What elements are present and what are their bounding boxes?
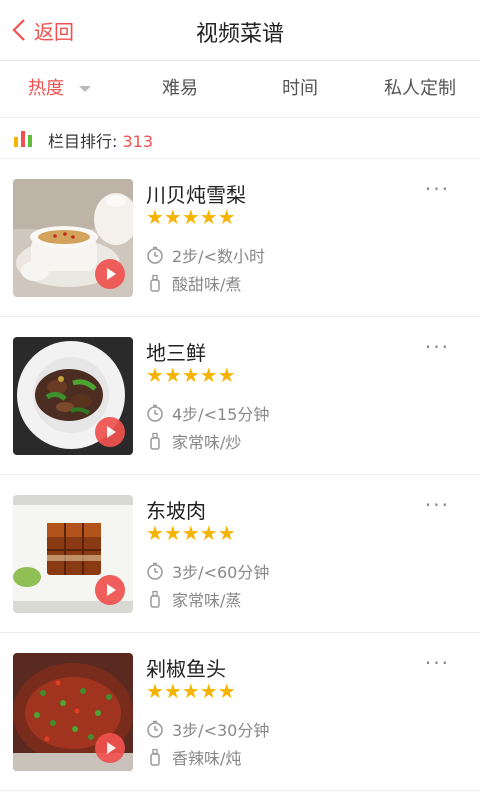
recipe-thumbnail[interactable] [13, 653, 133, 771]
recipe-flavor-method: 酸甜味/煮 [146, 271, 241, 295]
more-dots-icon[interactable]: ··· [425, 177, 450, 201]
more-dots-icon[interactable]: ··· [425, 493, 450, 517]
recipe-item[interactable]: 地三鲜 ★★★★★ 4步/<15分钟 家常味/炒 ··· [0, 317, 480, 475]
tab-custom[interactable]: 私人定制 [360, 61, 480, 117]
recipe-steps-time: 2步/<数小时 [146, 243, 265, 267]
rank-count: 313 [122, 132, 154, 151]
recipe-steps-time: 3步/<30分钟 [146, 717, 269, 741]
tab-time[interactable]: 时间 [240, 61, 360, 117]
recipe-name: 东坡肉 [146, 499, 206, 523]
rank-bar: 栏目排行: 313 [0, 118, 480, 159]
recipe-flavor-method: 家常味/炒 [146, 429, 241, 453]
bar-chart-icon [14, 131, 32, 147]
page-title: 视频菜谱 [195, 22, 284, 47]
rating-stars: ★★★★★ [146, 521, 236, 545]
clock-icon [147, 720, 163, 738]
recipe-flavor-method: 家常味/蒸 [146, 587, 241, 611]
steps-time-text: 3步/<30分钟 [172, 721, 270, 740]
recipe-item[interactable]: 剁椒鱼头 ★★★★★ 3步/<30分钟 香辣味/炖 ··· [0, 633, 480, 791]
recipe-item[interactable]: 东坡肉 ★★★★★ 3步/<60分钟 家常味/蒸 ··· [0, 475, 480, 633]
rank-label: 栏目排行: 313 [48, 128, 153, 152]
rating-stars: ★★★★★ [146, 679, 236, 703]
steps-time-text: 3步/<60分钟 [172, 563, 270, 582]
recipe-flavor-method: 香辣味/炖 [146, 745, 241, 769]
recipe-name: 剁椒鱼头 [146, 657, 226, 681]
bottle-icon [150, 748, 160, 766]
bottle-icon [150, 274, 160, 292]
tab-difficulty[interactable]: 难易 [120, 61, 240, 117]
recipe-name: 地三鲜 [146, 341, 206, 365]
app-header: 返回 视频菜谱 [0, 0, 480, 61]
flavor-method-text: 家常味/蒸 [172, 591, 242, 610]
dropdown-arrow-icon[interactable] [79, 86, 91, 92]
recipe-steps-time: 3步/<60分钟 [146, 559, 269, 583]
more-dots-icon[interactable]: ··· [425, 335, 450, 359]
bottle-icon [150, 432, 160, 450]
clock-icon [147, 562, 163, 580]
play-icon[interactable] [95, 417, 125, 447]
sort-tabs: 热度 难易 时间 私人定制 [0, 61, 480, 118]
flavor-method-text: 香辣味/炖 [172, 749, 242, 768]
play-icon[interactable] [95, 259, 125, 289]
bottle-icon [150, 590, 160, 608]
rank-label-text: 栏目排行: [48, 132, 123, 151]
more-dots-icon[interactable]: ··· [425, 651, 450, 675]
recipe-item[interactable]: 川贝炖雪梨 ★★★★★ 2步/<数小时 酸甜味/煮 ··· [0, 159, 480, 317]
steps-time-text: 4步/<15分钟 [172, 405, 270, 424]
recipe-thumbnail[interactable] [13, 179, 133, 297]
clock-icon [147, 404, 163, 422]
steps-time-text: 2步/<数小时 [172, 247, 265, 266]
recipe-thumbnail[interactable] [13, 337, 133, 455]
clock-icon [147, 246, 163, 264]
rating-stars: ★★★★★ [146, 205, 236, 229]
play-icon[interactable] [95, 575, 125, 605]
recipe-thumbnail[interactable] [13, 495, 133, 613]
rating-stars: ★★★★★ [146, 363, 236, 387]
recipe-steps-time: 4步/<15分钟 [146, 401, 269, 425]
flavor-method-text: 家常味/炒 [172, 433, 242, 452]
flavor-method-text: 酸甜味/煮 [172, 275, 242, 294]
recipe-name: 川贝炖雪梨 [146, 183, 246, 207]
play-icon[interactable] [95, 733, 125, 763]
